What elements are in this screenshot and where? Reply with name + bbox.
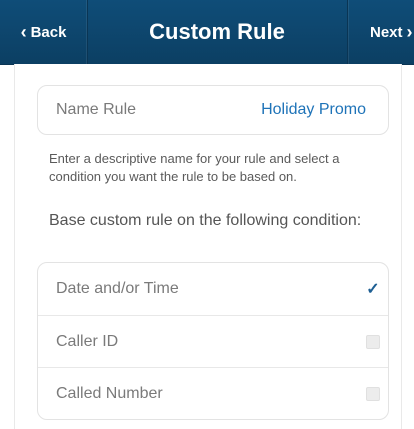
back-button[interactable]: ‹ Back <box>0 0 88 64</box>
name-rule-value[interactable]: Holiday Promo <box>261 86 366 134</box>
condition-called-number[interactable]: Called Number <box>38 367 388 419</box>
name-rule-label: Name Rule <box>56 101 137 118</box>
condition-date-time[interactable]: Date and/or Time ✓ <box>38 263 388 315</box>
condition-list: Date and/or Time ✓ Caller ID Called Numb… <box>37 262 389 420</box>
chevron-left-icon: ‹ <box>20 22 27 42</box>
condition-label: Called Number <box>56 385 163 402</box>
checkmark-icon[interactable]: ✓ <box>366 281 380 298</box>
next-button-label: Next <box>370 23 403 41</box>
section-label: Base custom rule on the following condit… <box>49 212 362 229</box>
helper-text: Enter a descriptive name for your rule a… <box>49 151 340 184</box>
checkbox-empty-icon[interactable] <box>366 387 380 401</box>
condition-label: Caller ID <box>56 333 119 350</box>
chevron-right-icon: › <box>406 22 413 42</box>
condition-caller-id[interactable]: Caller ID <box>38 315 388 368</box>
page-title: Custom Rule <box>149 19 285 44</box>
condition-label: Date and/or Time <box>56 280 179 297</box>
content-panel: Name Rule Holiday Promo Enter a descript… <box>14 64 402 429</box>
navigation-bar: ‹ Back Custom Rule Next › <box>0 0 414 65</box>
name-rule-row[interactable]: Name Rule Holiday Promo <box>37 85 389 135</box>
checkbox-empty-icon[interactable] <box>366 335 380 349</box>
next-button[interactable]: Next › <box>347 0 414 64</box>
back-button-label: Back <box>30 23 67 41</box>
